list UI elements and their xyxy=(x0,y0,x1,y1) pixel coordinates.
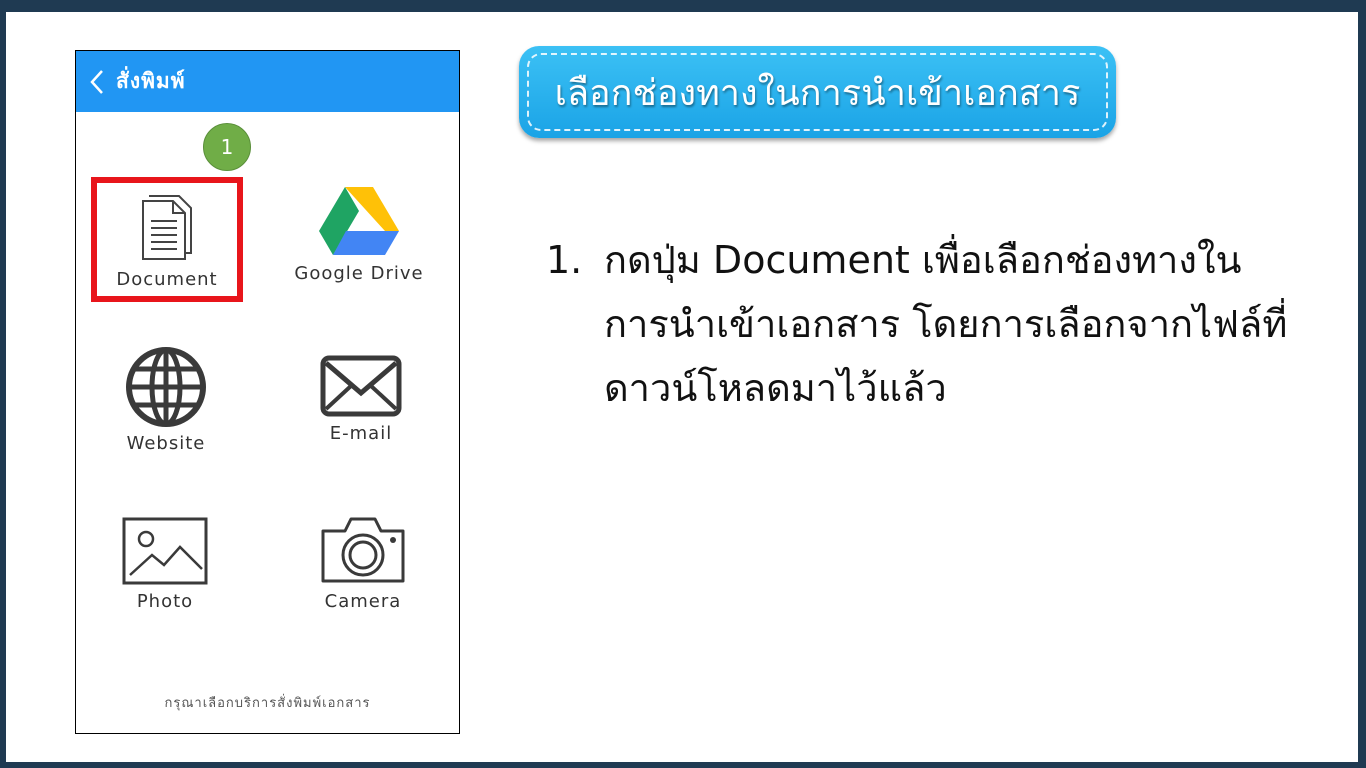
back-arrow-icon[interactable] xyxy=(88,67,106,97)
banner-stitch-border: เลือกช่องทางในการนำเข้าเอกสาร xyxy=(527,53,1108,131)
phone-screen: สั่งพิมพ์ 1 Document Google Drive Websit… xyxy=(75,50,460,734)
option-label: Google Drive xyxy=(294,263,424,284)
option-label: Document xyxy=(116,269,218,290)
step-number: 1. xyxy=(546,238,583,282)
instruction-step: 1. กดปุ่ม Document เพื่อเลือกช่องทางในกา… xyxy=(546,228,1336,420)
page-title: สั่งพิมพ์ xyxy=(116,69,186,93)
google-drive-icon xyxy=(319,187,399,255)
email-option[interactable]: E-mail xyxy=(266,355,456,444)
option-label: E-mail xyxy=(329,423,393,444)
option-label: Camera xyxy=(324,591,402,612)
document-icon xyxy=(142,195,192,260)
globe-icon xyxy=(126,347,206,427)
option-label: Photo xyxy=(136,591,194,612)
slide: สั่งพิมพ์ 1 Document Google Drive Websit… xyxy=(6,12,1358,762)
app-header: สั่งพิมพ์ xyxy=(76,51,459,112)
option-label: Website xyxy=(126,433,206,454)
banner-title: เลือกช่องทางในการนำเข้าเอกสาร xyxy=(554,72,1081,114)
envelope-icon xyxy=(320,355,402,417)
website-option[interactable]: Website xyxy=(71,347,261,454)
document-option[interactable]: Document xyxy=(72,195,262,290)
google-drive-option[interactable]: Google Drive xyxy=(264,185,454,284)
image-icon xyxy=(122,517,208,585)
footer-hint: กรุณาเลือกบริการสั่งพิมพ์เอกสาร xyxy=(164,696,371,711)
step-badge: 1 xyxy=(203,123,251,171)
title-banner: เลือกช่องทางในการนำเข้าเอกสาร xyxy=(519,46,1116,138)
camera-option[interactable]: Camera xyxy=(268,513,458,612)
step-text: กดปุ่ม Document เพื่อเลือกช่องทางในการนำ… xyxy=(604,238,1288,410)
camera-icon xyxy=(321,517,405,583)
photo-option[interactable]: Photo xyxy=(70,517,260,612)
